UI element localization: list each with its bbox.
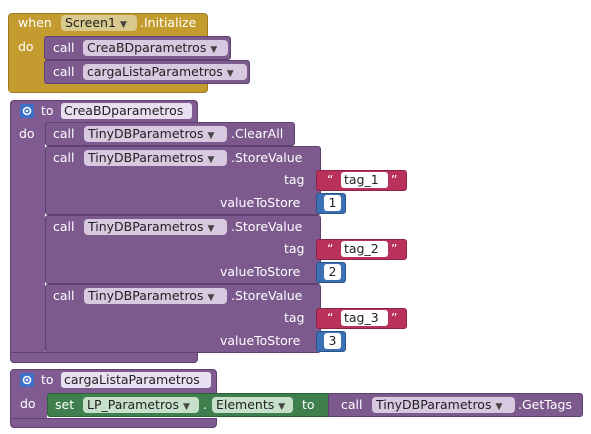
- open-quote: “: [327, 172, 334, 187]
- method-name: .StoreValue: [231, 219, 303, 234]
- do-label: do: [18, 39, 34, 54]
- do-label: do: [20, 396, 36, 411]
- gear-icon[interactable]: [20, 104, 34, 118]
- component-name: TinyDBParametros: [88, 150, 204, 165]
- tag-label: tag: [284, 310, 305, 325]
- when-label: when: [18, 15, 52, 30]
- dropdown-arrow-icon: ▼: [207, 155, 215, 165]
- call-label: call: [53, 40, 75, 55]
- to-label: to: [41, 103, 54, 118]
- procedure-name-field[interactable]: cargaListaParametros: [61, 372, 211, 388]
- method-name: .GetTags: [518, 397, 572, 412]
- component-dropdown-tinydbparametros[interactable]: TinyDBParametros ▼: [84, 219, 227, 235]
- dropdown-arrow-icon: ▼: [119, 20, 127, 30]
- method-name: .ClearAll: [231, 126, 284, 141]
- dropdown-arrow-icon: ▼: [207, 293, 215, 303]
- close-quote: ”: [391, 172, 398, 187]
- call-label: call: [53, 219, 75, 234]
- component-dropdown-screen1[interactable]: Screen1 ▼: [61, 15, 137, 31]
- number-field[interactable]: 1: [324, 195, 341, 211]
- method-name: .StoreValue: [231, 150, 303, 165]
- component-name: TinyDBParametros: [376, 397, 492, 412]
- component-dropdown-tinydbparametros[interactable]: TinyDBParametros ▼: [372, 397, 515, 413]
- open-quote: “: [327, 310, 334, 325]
- procedure-dropdown-cargalistaparametros[interactable]: cargaListaParametros ▼: [83, 64, 247, 80]
- component-name: TinyDBParametros: [88, 126, 204, 141]
- component-name: TinyDBParametros: [88, 219, 204, 234]
- call-label: call: [53, 288, 75, 303]
- number-field[interactable]: 3: [324, 333, 341, 349]
- close-quote: ”: [391, 310, 398, 325]
- call-label: call: [53, 64, 75, 79]
- value-to-store-label: valueToStore: [220, 333, 301, 348]
- dot-separator: .: [203, 397, 207, 412]
- tag-label: tag: [284, 241, 305, 256]
- open-quote: “: [327, 241, 334, 256]
- to-label: to: [41, 372, 54, 387]
- dropdown-arrow-icon: ▼: [207, 131, 215, 141]
- component-dropdown-tinydbparametros[interactable]: TinyDBParametros ▼: [84, 150, 227, 166]
- dropdown-arrow-icon: ▼: [495, 402, 503, 412]
- dropdown-arrow-icon: ▼: [278, 402, 286, 412]
- event-name: .Initialize: [140, 15, 197, 30]
- component-dropdown-lp-parametros[interactable]: LP_Parametros ▼: [83, 397, 199, 413]
- value-to-store-label: valueToStore: [220, 195, 301, 210]
- procedure-name: cargaListaParametros: [87, 64, 223, 79]
- procedure-dropdown-creabdparametros[interactable]: CreaBDparametros ▼: [83, 40, 228, 56]
- procedure-name-field[interactable]: CreaBDparametros: [61, 103, 192, 119]
- do-label: do: [19, 126, 35, 141]
- property-dropdown-elements[interactable]: Elements ▼: [212, 397, 293, 413]
- dropdown-arrow-icon: ▼: [182, 402, 190, 412]
- dropdown-arrow-icon: ▼: [210, 45, 218, 55]
- call-label: call: [53, 150, 75, 165]
- procedure-name: CreaBDparametros: [87, 40, 207, 55]
- gear-icon[interactable]: [20, 373, 34, 387]
- value-to-store-label: valueToStore: [220, 264, 301, 279]
- dropdown-arrow-icon: ▼: [207, 224, 215, 234]
- component-name: Screen1: [65, 15, 116, 30]
- dropdown-arrow-icon: ▼: [226, 69, 234, 79]
- method-name: .StoreValue: [231, 288, 303, 303]
- tag-text-field[interactable]: tag_2: [341, 241, 388, 257]
- component-dropdown-tinydbparametros[interactable]: TinyDBParametros ▼: [84, 288, 227, 304]
- tag-text-field[interactable]: tag_3: [341, 310, 388, 326]
- tag-text-field[interactable]: tag_1: [341, 172, 388, 188]
- call-label: call: [341, 397, 363, 412]
- to-label: to: [302, 397, 315, 412]
- call-label: call: [53, 126, 75, 141]
- close-quote: ”: [391, 241, 398, 256]
- component-name: LP_Parametros: [87, 397, 179, 412]
- set-label: set: [55, 397, 75, 412]
- component-name: TinyDBParametros: [88, 288, 204, 303]
- property-name: Elements: [216, 397, 275, 412]
- number-field[interactable]: 2: [324, 264, 341, 280]
- component-dropdown-tinydbparametros[interactable]: TinyDBParametros ▼: [84, 126, 227, 142]
- tag-label: tag: [284, 172, 305, 187]
